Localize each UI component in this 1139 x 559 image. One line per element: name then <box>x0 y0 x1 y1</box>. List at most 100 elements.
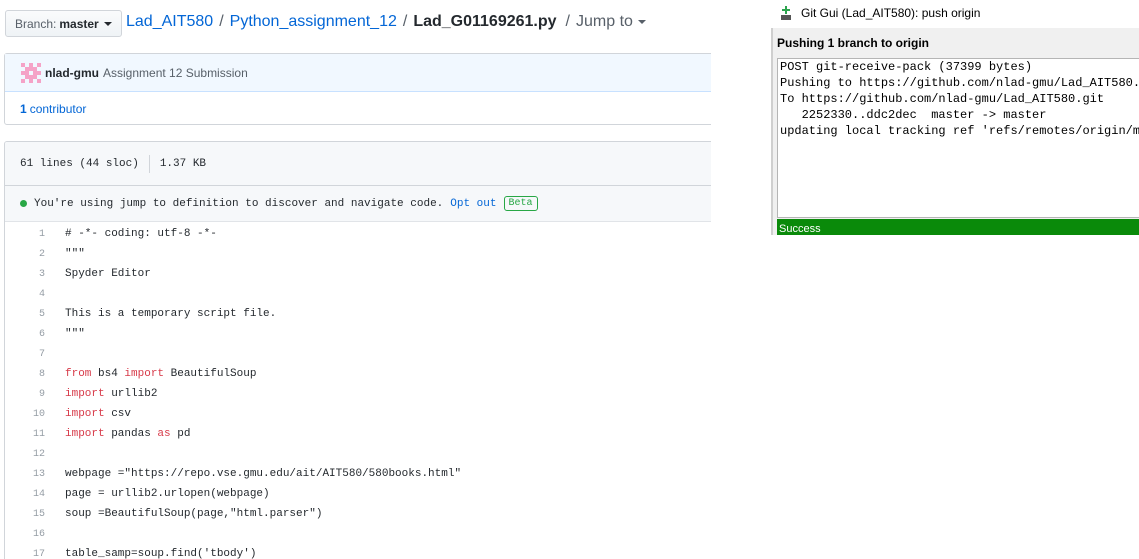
log-line: 2252330..ddc2dec master -> master <box>780 108 1047 122</box>
line-number[interactable]: 6 <box>5 329 45 340</box>
code-text: """ <box>45 248 85 260</box>
code-line: 5 This is a temporary script file. <box>5 304 711 324</box>
code-line: 14 page = urllib2.urlopen(webpage) <box>5 484 711 504</box>
code-token: pandas <box>104 428 158 440</box>
code-text: import urllib2 <box>45 388 157 400</box>
log-line: To https://github.com/nlad-gmu/Lad_AIT58… <box>780 92 1105 106</box>
code-text: This is a temporary script file. <box>45 308 276 320</box>
code-line: 10 import csv <box>5 404 711 424</box>
code-text: soup =BeautifulSoup(page,"html.parser") <box>45 508 322 520</box>
code-line: 17 table_samp=soup.find('tbody') <box>5 544 711 559</box>
code-token: BeautifulSoup <box>164 368 257 380</box>
chevron-down-icon <box>103 21 112 26</box>
code-token: webpage ="https://repo.vse.gmu.edu/ait/A… <box>65 468 462 480</box>
code-line: 13 webpage ="https://repo.vse.gmu.edu/ait… <box>5 464 711 484</box>
file-lines-count: 61 lines (44 sloc) <box>20 157 139 170</box>
line-number[interactable]: 1 <box>5 229 45 240</box>
code-listing: 1 # -*- coding: utf-8 -*- 2 """ 3 Spyder Edit… <box>5 222 711 559</box>
git-gui-window: Git Gui (Lad_AIT580): push origin Pushin… <box>771 0 1139 235</box>
code-line: 4 <box>5 284 711 304</box>
git-gui-title-bar: Git Gui (Lad_AIT580): push origin <box>771 0 1139 25</box>
breadcrumb-folder-link[interactable]: Python_assignment_12 <box>230 13 397 31</box>
line-number[interactable]: 13 <box>5 469 45 480</box>
branch-value: master <box>59 16 99 31</box>
contributors-label: contributor <box>29 101 87 116</box>
git-gui-app-icon <box>779 5 793 20</box>
code-token: bs4 <box>91 368 125 380</box>
code-line: 7 <box>5 344 711 364</box>
code-line: 15 soup =BeautifulSoup(page,"html.parser"… <box>5 504 711 524</box>
line-number[interactable]: 12 <box>5 449 45 460</box>
git-gui-body: Pushing 1 branch to origin POST git-rece… <box>771 28 1139 235</box>
code-line: 11 import pandas as pd <box>5 424 711 444</box>
code-line: 3 Spyder Editor <box>5 264 711 284</box>
line-number[interactable]: 9 <box>5 389 45 400</box>
line-number[interactable]: 10 <box>5 409 45 420</box>
branch-selector-button[interactable]: Branch: master <box>5 10 122 37</box>
jump-definition-banner: You're using jump to definition to disco… <box>5 186 711 222</box>
code-text: from bs4 import BeautifulSoup <box>45 368 256 380</box>
file-info-divider <box>148 154 150 173</box>
line-number[interactable]: 11 <box>5 429 45 440</box>
log-line: POST git-receive-pack (37399 bytes) <box>780 60 1033 74</box>
line-number[interactable]: 14 <box>5 489 45 500</box>
jump-to-dropdown[interactable]: Jump to <box>576 13 646 31</box>
line-number[interactable]: 3 <box>5 269 45 280</box>
push-output-log[interactable]: POST git-receive-pack (37399 bytes) Pushi… <box>777 58 1139 218</box>
line-number[interactable]: 5 <box>5 309 45 320</box>
code-line: 9 import urllib2 <box>5 384 711 404</box>
code-token: soup =BeautifulSoup(page,"html.parser") <box>65 508 323 520</box>
code-token: This is a temporary script file. <box>65 308 277 320</box>
code-keyword: import <box>65 408 105 420</box>
code-text: webpage ="https://repo.vse.gmu.edu/ait/A… <box>45 468 461 480</box>
file-size: 1.37 KB <box>159 157 207 170</box>
code-text: """ <box>45 328 85 340</box>
code-token: # -*- coding: utf-8 -*- <box>65 228 217 240</box>
line-number[interactable]: 15 <box>5 509 45 520</box>
beta-badge: Beta <box>503 196 538 211</box>
avatar[interactable] <box>21 62 41 83</box>
push-heading: Pushing 1 branch to origin <box>777 36 930 50</box>
code-keyword: import <box>65 428 105 440</box>
commit-message-link[interactable]: Assignment 12 Submission <box>103 66 248 80</box>
line-number[interactable]: 4 <box>5 289 45 300</box>
code-line: 16 <box>5 524 711 544</box>
line-number[interactable]: 7 <box>5 349 45 360</box>
log-line: Pushing to https://github.com/nlad-gmu/L… <box>780 76 1139 90</box>
contributors-link[interactable]: 1 contributor <box>5 92 711 125</box>
code-text: page = urllib2.urlopen(webpage) <box>45 488 270 500</box>
code-keyword: from <box>65 368 92 380</box>
git-gui-window-title: Git Gui (Lad_AIT580): push origin <box>801 5 981 20</box>
code-text: import csv <box>45 408 131 420</box>
github-file-view: Branch: master Lad_AIT580 / Python_assig… <box>0 0 711 559</box>
code-line: 8 from bs4 import BeautifulSoup <box>5 364 711 384</box>
breadcrumb-repo-link[interactable]: Lad_AIT580 <box>126 13 213 31</box>
opt-out-link[interactable]: Opt out <box>450 198 496 210</box>
code-line: 6 """ <box>5 324 711 344</box>
code-keyword: import <box>124 368 165 380</box>
breadcrumb-separator: / <box>565 13 570 30</box>
breadcrumb: Lad_AIT580 / Python_assignment_12 / Lad_… <box>126 13 646 31</box>
code-text: Spyder Editor <box>45 268 151 280</box>
code-token: """ <box>65 248 85 260</box>
code-text: table_samp=soup.find('tbody') <box>45 548 256 559</box>
breadcrumb-separator: / <box>219 13 224 30</box>
line-number[interactable]: 16 <box>5 529 45 540</box>
status-dot-icon <box>20 200 27 207</box>
line-number[interactable]: 2 <box>5 249 45 260</box>
branch-label: Branch: <box>15 16 57 31</box>
line-number[interactable]: 8 <box>5 369 45 380</box>
contributors-count: 1 <box>20 101 27 116</box>
log-line: updating local tracking ref 'refs/remote… <box>780 124 1139 138</box>
code-token: urllib2 <box>104 388 158 400</box>
code-keyword: as <box>157 428 171 440</box>
line-number[interactable]: 17 <box>5 549 45 559</box>
file-content-box: 61 lines (44 sloc) 1.37 KB You're using … <box>4 141 711 559</box>
commit-author-link[interactable]: nlad-gmu <box>45 66 99 80</box>
code-token: pd <box>170 428 191 440</box>
code-line: 1 # -*- coding: utf-8 -*- <box>5 224 711 244</box>
code-line: 12 <box>5 444 711 464</box>
code-text: # -*- coding: utf-8 -*- <box>45 228 217 240</box>
breadcrumb-separator: / <box>402 13 408 30</box>
push-status-bar: Success <box>777 219 1139 235</box>
